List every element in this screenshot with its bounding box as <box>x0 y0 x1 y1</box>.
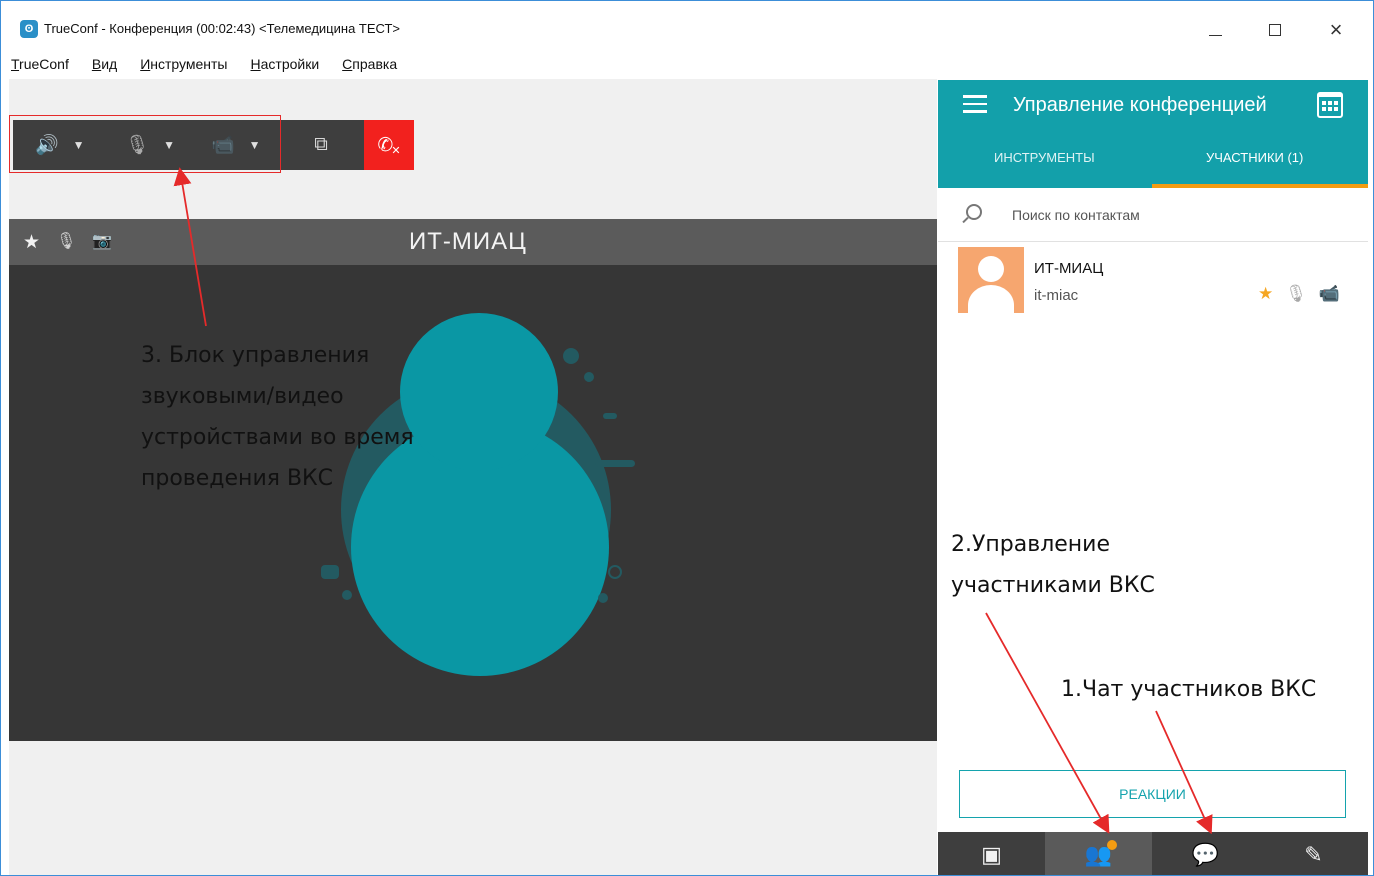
annotation-block1: 1.Чат участников ВКС <box>1061 677 1317 702</box>
active-tab-indicator <box>1152 184 1368 188</box>
avatar <box>958 247 1024 313</box>
conference-management-panel: Управление конференцией ИНСТРУМЕНТЫ УЧАС… <box>938 80 1368 875</box>
calendar-icon[interactable] <box>1317 92 1343 118</box>
participant-list-item[interactable]: ИТ-МИАЦ it-miac ★ 🎙 📹 <box>958 247 1353 317</box>
annotation-block3-line2: звуковыми/видео <box>141 384 344 409</box>
annotation-block2: 2.Управление участниками ВКС <box>951 524 1155 606</box>
minimize-icon <box>1208 34 1222 36</box>
close-icon: × <box>1329 17 1343 42</box>
trueconf-logo-icon: ʘ <box>20 20 38 38</box>
menu-tools[interactable]: Инструменты <box>140 56 227 78</box>
app-window: ʘ TrueConf - Конференция (00:02:43) <Тел… <box>0 0 1374 876</box>
notification-dot <box>1107 840 1117 850</box>
search-input[interactable] <box>1012 203 1342 227</box>
panel-bottom-nav: ▣ 👥 💬 ✎ <box>938 832 1368 875</box>
menu-view[interactable]: Вид <box>92 56 117 78</box>
toolbar-highlight-frame <box>9 115 281 173</box>
participant-name: ИТ-МИАЦ <box>409 228 527 255</box>
camera-off-icon: 📹 <box>1318 284 1341 303</box>
end-call-button[interactable]: ✆ ✕ <box>364 120 414 170</box>
participants-nav-button[interactable]: 👥 <box>1045 832 1152 875</box>
star-icon: ★ <box>23 232 41 253</box>
annotation-block2-line1: 2.Управление <box>951 532 1111 557</box>
chat-icon: 💬 <box>1191 841 1220 867</box>
tab-participants[interactable]: УЧАСТНИКИ (1) <box>1206 150 1303 165</box>
participant-login: it-miac <box>1034 287 1079 304</box>
close-button[interactable]: × <box>1321 15 1351 45</box>
minimize-button[interactable] <box>1200 15 1230 45</box>
screen-share-button[interactable]: ⧉ <box>301 120 341 170</box>
maximize-button[interactable] <box>1260 15 1290 45</box>
hangup-x-icon: ✕ <box>391 144 401 157</box>
annotation-block3-line3: устройствами во время <box>141 425 414 450</box>
search-icon <box>962 204 982 224</box>
panel-title: Управление конференцией <box>1013 94 1267 116</box>
star-icon: ★ <box>1258 284 1274 303</box>
menu-help[interactable]: Справка <box>342 56 397 78</box>
title-bar: ʘ TrueConf - Конференция (00:02:43) <Тел… <box>1 1 1373 53</box>
contacts-nav-button[interactable]: ▣ <box>938 832 1045 875</box>
call-nav-button[interactable]: ✎ <box>1259 832 1368 875</box>
annotation-block3: 3. Блок управления звуковыми/видео устро… <box>141 335 414 499</box>
menu-bar: TrueConf Вид Инструменты Настройки Справ… <box>11 56 420 78</box>
annotation-block3-line4: проведения ВКС <box>141 466 334 491</box>
menu-settings[interactable]: Настройки <box>251 56 320 78</box>
contact-search-bar <box>938 190 1368 242</box>
annotation-block3-line1: 3. Блок управления <box>141 343 370 368</box>
contacts-icon: ▣ <box>981 841 1002 867</box>
mic-muted-icon: 🎙 <box>1285 284 1307 303</box>
call-icon: ✎ <box>1304 841 1323 867</box>
reactions-button[interactable]: РЕАКЦИИ <box>959 770 1346 818</box>
window-title: TrueConf - Конференция (00:02:43) <Телем… <box>44 21 401 36</box>
camera-off-icon: 📷 <box>92 233 113 250</box>
hamburger-menu-icon[interactable] <box>963 95 987 115</box>
participant-video-header: ★ 🎙 📷 ИТ-МИАЦ <box>9 219 937 265</box>
tab-tools[interactable]: ИНСТРУМЕНТЫ <box>994 150 1095 165</box>
maximize-icon <box>1269 24 1281 36</box>
chat-nav-button[interactable]: 💬 <box>1152 832 1259 875</box>
panel-header: Управление конференцией ИНСТРУМЕНТЫ УЧАС… <box>938 80 1368 188</box>
mic-muted-icon: 🎙 <box>56 233 77 250</box>
annotation-block2-line2: участниками ВКС <box>951 573 1155 598</box>
menu-trueconf[interactable]: TrueConf <box>11 56 69 78</box>
screen-share-icon: ⧉ <box>314 134 328 155</box>
participant-name: ИТ-МИАЦ <box>1034 260 1104 277</box>
